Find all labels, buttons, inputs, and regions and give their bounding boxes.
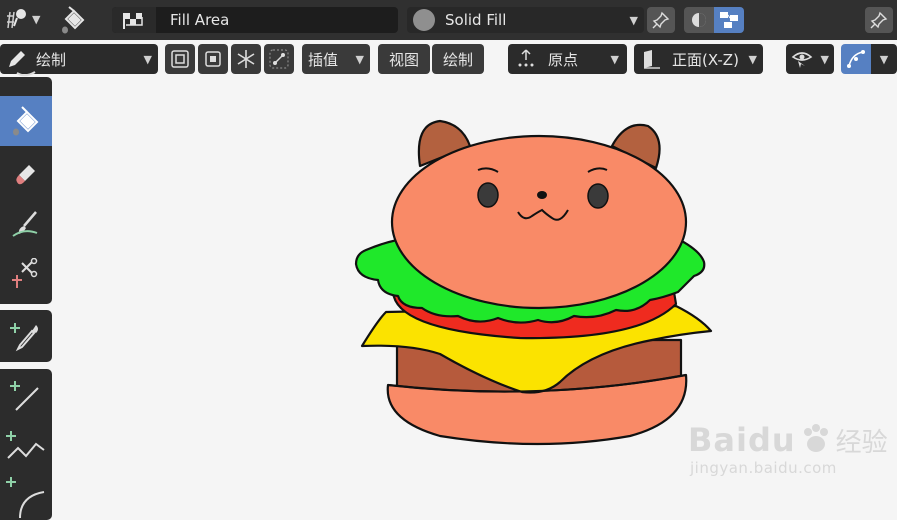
line-tool[interactable] [0, 371, 52, 421]
fill-swatch-icon [413, 9, 435, 31]
head-bun [390, 134, 688, 310]
pencil-tool[interactable] [0, 70, 52, 90]
brush-icon [7, 9, 26, 29]
multiframe-button[interactable] [165, 44, 195, 74]
tint-brush-icon [12, 211, 38, 237]
chevron-down-icon: ▼ [879, 52, 889, 66]
plane-icon [644, 50, 660, 69]
fill-mode-label: Solid Fill [445, 11, 507, 29]
chevron-down-icon: ▼ [629, 13, 638, 27]
gizmo-icon [847, 50, 865, 68]
snowflake-button[interactable] [231, 44, 261, 74]
chevron-down-icon: ▼ [32, 12, 41, 26]
node-icon [720, 12, 738, 28]
pencil-icon [9, 51, 25, 67]
tool-shelf [0, 71, 52, 520]
scissors-icon [12, 258, 38, 288]
orientation-dropdown[interactable]: 正面(X-Z) ▼ [634, 44, 763, 74]
draw-icon [16, 71, 36, 77]
draw-menu-label: 绘制 [442, 50, 473, 69]
line-icon [10, 381, 39, 411]
polyline-tool[interactable] [0, 421, 52, 471]
gizmo-toggle[interactable] [714, 7, 744, 33]
watermark: Baidu 经验 jingyan.baidu.com [688, 421, 897, 477]
left-eye [477, 182, 499, 208]
brush-selector[interactable]: ▼ [4, 6, 40, 32]
chevron-down-icon: ▼ [355, 52, 364, 66]
arc-icon [6, 477, 45, 518]
fill-bucket-icon [13, 106, 39, 136]
cutter-tool[interactable] [0, 249, 52, 299]
nose [537, 191, 547, 199]
gizmo-dropdown[interactable]: ▼ [871, 44, 897, 74]
pin-button[interactable] [647, 7, 675, 33]
tool-settings-bar: ▼ Fill Area Solid Fill ▼ [0, 0, 897, 40]
mode-label: 绘制 [36, 50, 67, 69]
visibility-dropdown[interactable]: ▼ [786, 44, 834, 74]
snowflake-icon [237, 50, 255, 68]
material-icon [112, 7, 156, 33]
interpolate-label: 插值 [308, 50, 339, 69]
paw-icon [803, 424, 828, 452]
view-menu-label: 视图 [388, 50, 419, 69]
material-name: Fill Area [170, 11, 230, 29]
eye-icon [791, 52, 813, 68]
chevron-down-icon: ▼ [748, 52, 757, 66]
pin-icon [652, 11, 670, 29]
chevron-down-icon: ▼ [143, 52, 152, 66]
material-field[interactable]: Fill Area [112, 7, 398, 33]
overlay-toggle[interactable] [684, 7, 714, 33]
viewport-header: 绘制 ▼ 插值 ▼ 视图 绘制 原点 ▼ 正面(X-Z) ▼ ▼ ▼ [0, 40, 897, 77]
watermark-brand: Baidu [688, 421, 796, 459]
view-menu[interactable]: 视图 [378, 44, 430, 74]
gizmo-button[interactable] [841, 44, 871, 74]
interpolate-dropdown[interactable]: 插值 ▼ [302, 44, 370, 74]
polyline-icon [6, 431, 45, 459]
arc-tool[interactable] [0, 471, 52, 520]
tint-tool[interactable] [0, 199, 52, 249]
draw-menu[interactable]: 绘制 [432, 44, 484, 74]
layers-icon [171, 50, 189, 68]
autofix-button[interactable] [198, 44, 228, 74]
eyedropper-tool[interactable] [0, 312, 52, 362]
eyedropper-icon [10, 323, 38, 352]
watermark-url: jingyan.baidu.com [690, 459, 837, 477]
orientation-label: 正面(X-Z) [672, 50, 739, 69]
drawing-canvas[interactable]: Baidu 经验 jingyan.baidu.com [52, 77, 897, 520]
pin-button-right[interactable] [865, 7, 893, 33]
right-eye [587, 183, 609, 209]
chevron-down-icon: ▼ [820, 52, 829, 66]
fill-tool[interactable] [0, 96, 52, 146]
origin-dropdown[interactable]: 原点 ▼ [508, 44, 627, 74]
fill-brush-icon[interactable] [58, 5, 88, 35]
watermark-brand-cn: 经验 [835, 427, 888, 458]
origin-icon [518, 49, 534, 67]
origin-label: 原点 [548, 50, 579, 69]
curve-edit-button[interactable] [264, 44, 294, 74]
eraser-icon [16, 165, 35, 185]
pin-icon [870, 11, 888, 29]
fill-mode-dropdown[interactable]: Solid Fill ▼ [407, 7, 644, 33]
curve-icon [269, 49, 289, 69]
shading-icon [692, 13, 706, 27]
chevron-down-icon: ▼ [610, 52, 619, 66]
erase-tool[interactable] [0, 149, 52, 199]
gear-icon [205, 51, 221, 67]
